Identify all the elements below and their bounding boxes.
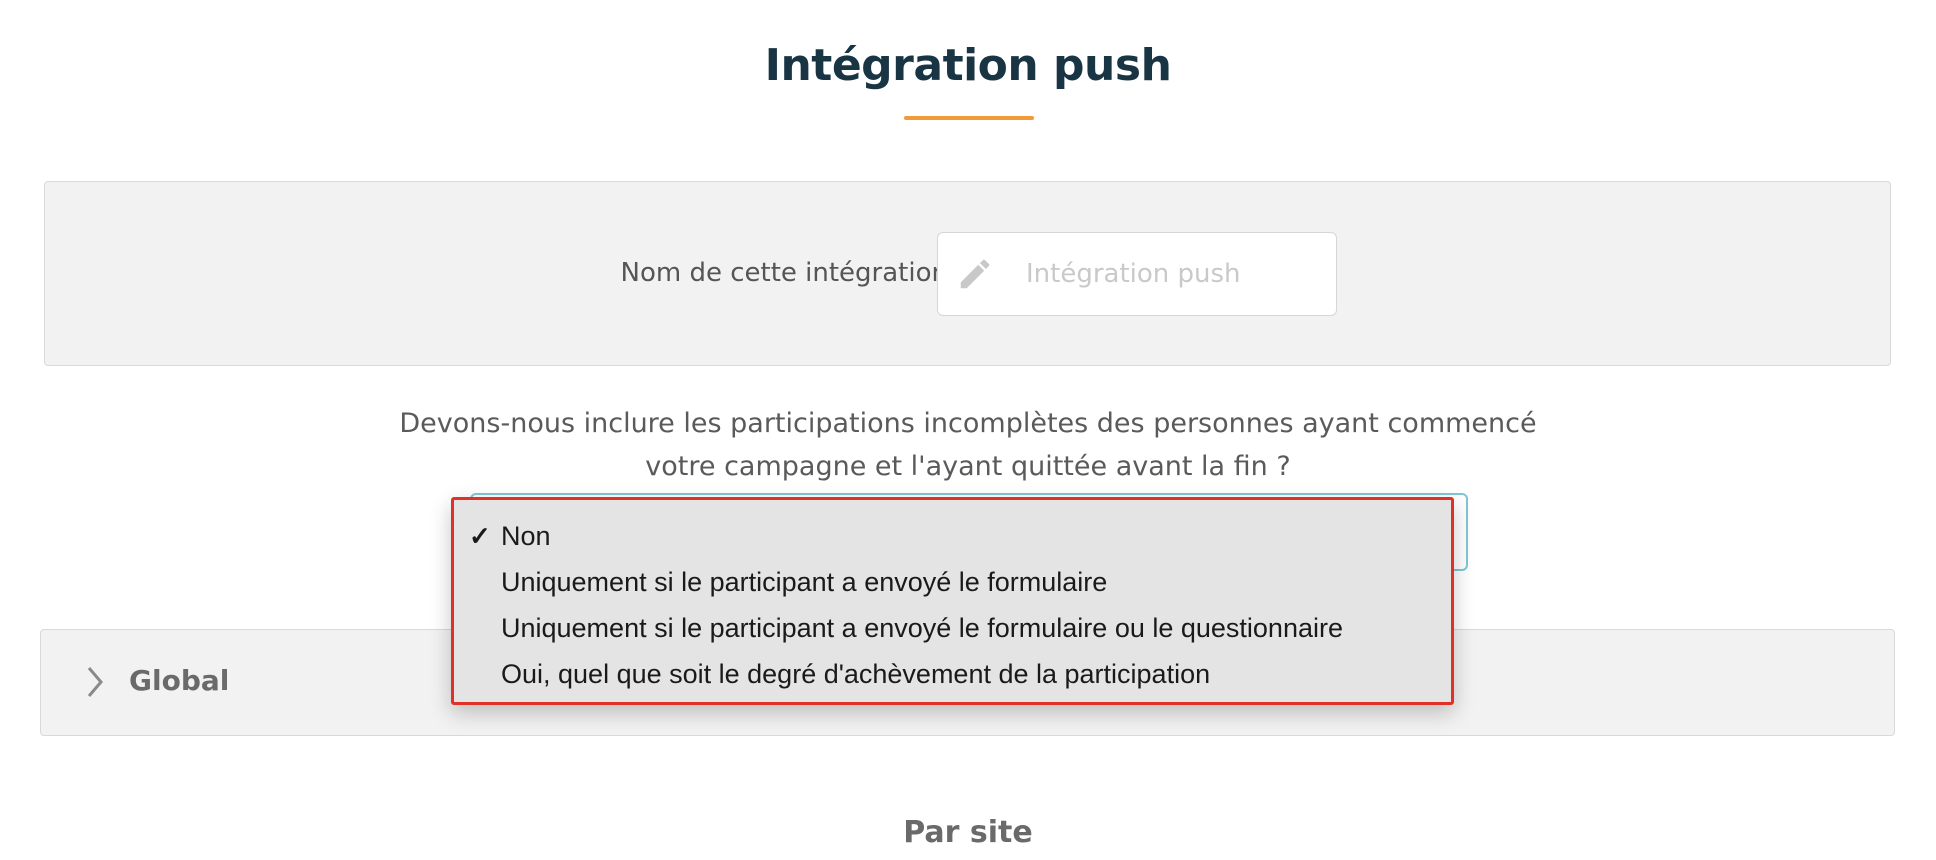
option-label: Uniquement si le participant a envoyé le… (501, 613, 1343, 643)
par-site-heading: Par site (903, 815, 1033, 850)
name-label: Nom de cette intégration : (620, 258, 966, 288)
question-line-1: Devons-nous inclure les participations i… (399, 408, 1537, 439)
option-label: Uniquement si le participant a envoyé le… (501, 567, 1108, 597)
dropdown-option-form-sent[interactable]: Uniquement si le participant a envoyé le… (454, 559, 1451, 605)
integration-name-input[interactable] (1024, 258, 1328, 290)
option-label: Non (501, 521, 551, 551)
title-underline (904, 116, 1034, 120)
name-input-wrapper[interactable] (937, 232, 1337, 316)
dropdown-option-form-or-questionnaire-sent[interactable]: Uniquement si le participant a envoyé le… (454, 605, 1451, 651)
question-text: Devons-nous inclure les participations i… (0, 402, 1936, 488)
option-label: Oui, quel que soit le degré d'achèvement… (501, 659, 1211, 689)
question-line-2: votre campagne et l'ayant quittée avant … (645, 451, 1291, 482)
dropdown-option-non[interactable]: ✓ Non (454, 513, 1451, 559)
checkmark-icon: ✓ (469, 521, 491, 551)
global-section-title: Global (129, 664, 230, 697)
name-panel: Nom de cette intégration : (44, 181, 1891, 366)
chevron-right-icon (85, 665, 105, 703)
page-title: Intégration push (764, 40, 1172, 91)
dropdown-option-oui-any-completion[interactable]: Oui, quel que soit le degré d'achèvement… (454, 651, 1451, 697)
select-dropdown-menu: ✓ Non Uniquement si le participant a env… (451, 497, 1454, 705)
pencil-icon (956, 255, 1016, 293)
